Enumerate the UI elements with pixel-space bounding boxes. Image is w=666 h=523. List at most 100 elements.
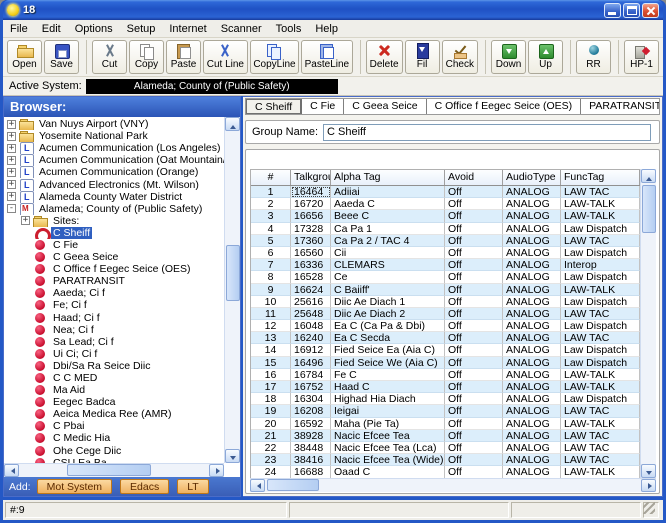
cell-number[interactable]: 2 bbox=[251, 198, 291, 210]
cell-avoid[interactable]: Off bbox=[445, 186, 503, 198]
cell-avoid[interactable]: Off bbox=[445, 320, 503, 332]
cell-audiotype[interactable]: ANALOG bbox=[503, 393, 561, 405]
tree-vertical-scrollbar[interactable] bbox=[224, 117, 240, 463]
cell-number[interactable]: 21 bbox=[251, 430, 291, 442]
table-horizontal-scrollbar[interactable] bbox=[250, 478, 656, 492]
cell-alpha-tag[interactable]: Aaeda C bbox=[331, 198, 445, 210]
tree-vscroll-track[interactable] bbox=[225, 301, 240, 449]
cell-alpha-tag[interactable]: Nacic Efcee Tea bbox=[331, 430, 445, 442]
cell-number[interactable]: 9 bbox=[251, 284, 291, 296]
column-header-avoid[interactable]: Avoid bbox=[445, 170, 503, 185]
cell-alpha-tag[interactable]: Ca Pa 1 bbox=[331, 223, 445, 235]
cell-functag[interactable]: Law Dispatch bbox=[561, 344, 640, 356]
cell-number[interactable]: 15 bbox=[251, 357, 291, 369]
table-vscroll-track[interactable] bbox=[641, 233, 656, 464]
cell-functag[interactable]: Law Dispatch bbox=[561, 320, 640, 332]
tree-expander[interactable]: + bbox=[7, 156, 16, 165]
scroll-down-icon[interactable] bbox=[225, 449, 240, 463]
menu-item[interactable]: Internet bbox=[162, 23, 213, 35]
scroll-left-icon[interactable] bbox=[250, 479, 265, 492]
cell-audiotype[interactable]: ANALOG bbox=[503, 466, 561, 478]
tree-item[interactable]: C Geea Seice bbox=[4, 251, 224, 263]
group-tab[interactable]: C Office f Eegec Seice (OES) bbox=[427, 99, 582, 114]
cell-number[interactable]: 13 bbox=[251, 332, 291, 344]
cell-functag[interactable]: LAW-TALK bbox=[561, 381, 640, 393]
cell-avoid[interactable]: Off bbox=[445, 430, 503, 442]
tree-expander[interactable]: + bbox=[7, 180, 16, 189]
menu-item[interactable]: Tools bbox=[269, 23, 309, 35]
toolbar-button[interactable]: Open bbox=[7, 40, 42, 74]
cell-alpha-tag[interactable]: Ca Pa 2 / TAC 4 bbox=[331, 235, 445, 247]
scroll-right-icon[interactable] bbox=[641, 479, 656, 492]
cell-avoid[interactable]: Off bbox=[445, 223, 503, 235]
cell-avoid[interactable]: Off bbox=[445, 381, 503, 393]
menu-item[interactable]: Setup bbox=[120, 23, 163, 35]
tree-item[interactable]: + Advanced Electronics (Mt. Wilson) bbox=[4, 178, 224, 190]
title-bar[interactable]: 18 bbox=[3, 0, 663, 20]
cell-talkgroup[interactable]: 38416 bbox=[291, 454, 331, 466]
cell-alpha-tag[interactable]: Nacic Efcee Tea (Lca) bbox=[331, 442, 445, 454]
cell-number[interactable]: 5 bbox=[251, 235, 291, 247]
cell-number[interactable]: 14 bbox=[251, 344, 291, 356]
tree-item[interactable]: C Sheiff bbox=[4, 227, 224, 239]
cell-talkgroup[interactable]: 25648 bbox=[291, 308, 331, 320]
column-header-audiotype[interactable]: AudioType bbox=[503, 170, 561, 185]
table-row[interactable]: 18 16304 Highad Hia Diach Off ANALOG Law… bbox=[251, 393, 640, 405]
table-row[interactable]: 12 16048 Ea C (Ca Pa & Dbi) Off ANALOG L… bbox=[251, 320, 640, 332]
tree-item[interactable]: Haad; Ci f bbox=[4, 312, 224, 324]
cell-number[interactable]: 6 bbox=[251, 247, 291, 259]
scroll-left-icon[interactable] bbox=[4, 464, 19, 477]
table-row[interactable]: 9 16624 C Baiiff' Off ANALOG LAW-TALK bbox=[251, 284, 640, 296]
cell-alpha-tag[interactable]: Ieigai bbox=[331, 405, 445, 417]
cell-avoid[interactable]: Off bbox=[445, 442, 503, 454]
table-row[interactable]: 17 16752 Haad C Off ANALOG LAW-TALK bbox=[251, 381, 640, 393]
group-tab[interactable]: C Geea Seice bbox=[344, 99, 426, 114]
cell-functag[interactable]: LAW TAC bbox=[561, 454, 640, 466]
tree-expander[interactable]: + bbox=[7, 192, 16, 201]
cell-talkgroup[interactable]: 16496 bbox=[291, 357, 331, 369]
cell-talkgroup[interactable]: 38448 bbox=[291, 442, 331, 454]
cell-talkgroup[interactable]: 16624 bbox=[291, 284, 331, 296]
cell-avoid[interactable]: Off bbox=[445, 308, 503, 320]
tree-item[interactable]: Sa Lead; Ci f bbox=[4, 336, 224, 348]
toolbar-button[interactable]: RR bbox=[576, 40, 611, 74]
tree-item[interactable]: Dbi/Sa Ra Seice Diic bbox=[4, 360, 224, 372]
cell-audiotype[interactable]: ANALOG bbox=[503, 210, 561, 222]
table-row[interactable]: 21 38928 Nacic Efcee Tea Off ANALOG LAW … bbox=[251, 430, 640, 442]
cell-functag[interactable]: LAW-TALK bbox=[561, 210, 640, 222]
cell-avoid[interactable]: Off bbox=[445, 296, 503, 308]
toolbar-button[interactable]: Paste bbox=[166, 40, 201, 74]
cell-audiotype[interactable]: ANALOG bbox=[503, 381, 561, 393]
cell-audiotype[interactable]: ANALOG bbox=[503, 357, 561, 369]
tree-item[interactable]: Ma Aid bbox=[4, 384, 224, 396]
toolbar-button[interactable]: Fil bbox=[405, 40, 440, 74]
cell-number[interactable]: 20 bbox=[251, 418, 291, 430]
tree-item[interactable]: + Acumen Communication (Orange) bbox=[4, 166, 224, 178]
minimize-button[interactable] bbox=[604, 3, 621, 18]
cell-alpha-tag[interactable]: CLEMARS bbox=[331, 259, 445, 271]
column-header-talkgroup[interactable]: Talkgroup bbox=[291, 170, 331, 185]
cell-talkgroup[interactable]: 16688 bbox=[291, 466, 331, 478]
cell-functag[interactable]: LAW TAC bbox=[561, 332, 640, 344]
cell-talkgroup[interactable]: 25616 bbox=[291, 296, 331, 308]
toolbar-button[interactable]: Up bbox=[528, 40, 563, 74]
cell-alpha-tag[interactable]: Fied Seice We (Aia C) bbox=[331, 357, 445, 369]
cell-audiotype[interactable]: ANALOG bbox=[503, 284, 561, 296]
close-button[interactable] bbox=[642, 3, 659, 18]
tree-expander[interactable]: + bbox=[21, 216, 30, 225]
table-row[interactable]: 6 16560 Cii Off ANALOG Law Dispatch bbox=[251, 247, 640, 259]
tree-expander[interactable]: + bbox=[7, 120, 16, 129]
cell-alpha-tag[interactable]: Cii bbox=[331, 247, 445, 259]
cell-audiotype[interactable]: ANALOG bbox=[503, 308, 561, 320]
cell-audiotype[interactable]: ANALOG bbox=[503, 344, 561, 356]
cell-functag[interactable]: LAW TAC bbox=[561, 235, 640, 247]
cell-avoid[interactable]: Off bbox=[445, 198, 503, 210]
cell-talkgroup[interactable]: 17328 bbox=[291, 223, 331, 235]
cell-audiotype[interactable]: ANALOG bbox=[503, 332, 561, 344]
cell-functag[interactable]: Law Dispatch bbox=[561, 271, 640, 283]
cell-avoid[interactable]: Off bbox=[445, 210, 503, 222]
table-row[interactable]: 24 16688 Oaad C Off ANALOG LAW-TALK bbox=[251, 466, 640, 478]
cell-alpha-tag[interactable]: Highad Hia Diach bbox=[331, 393, 445, 405]
tree-item[interactable]: Aeica Medica Ree (AMR) bbox=[4, 408, 224, 420]
cell-functag[interactable]: LAW-TALK bbox=[561, 418, 640, 430]
